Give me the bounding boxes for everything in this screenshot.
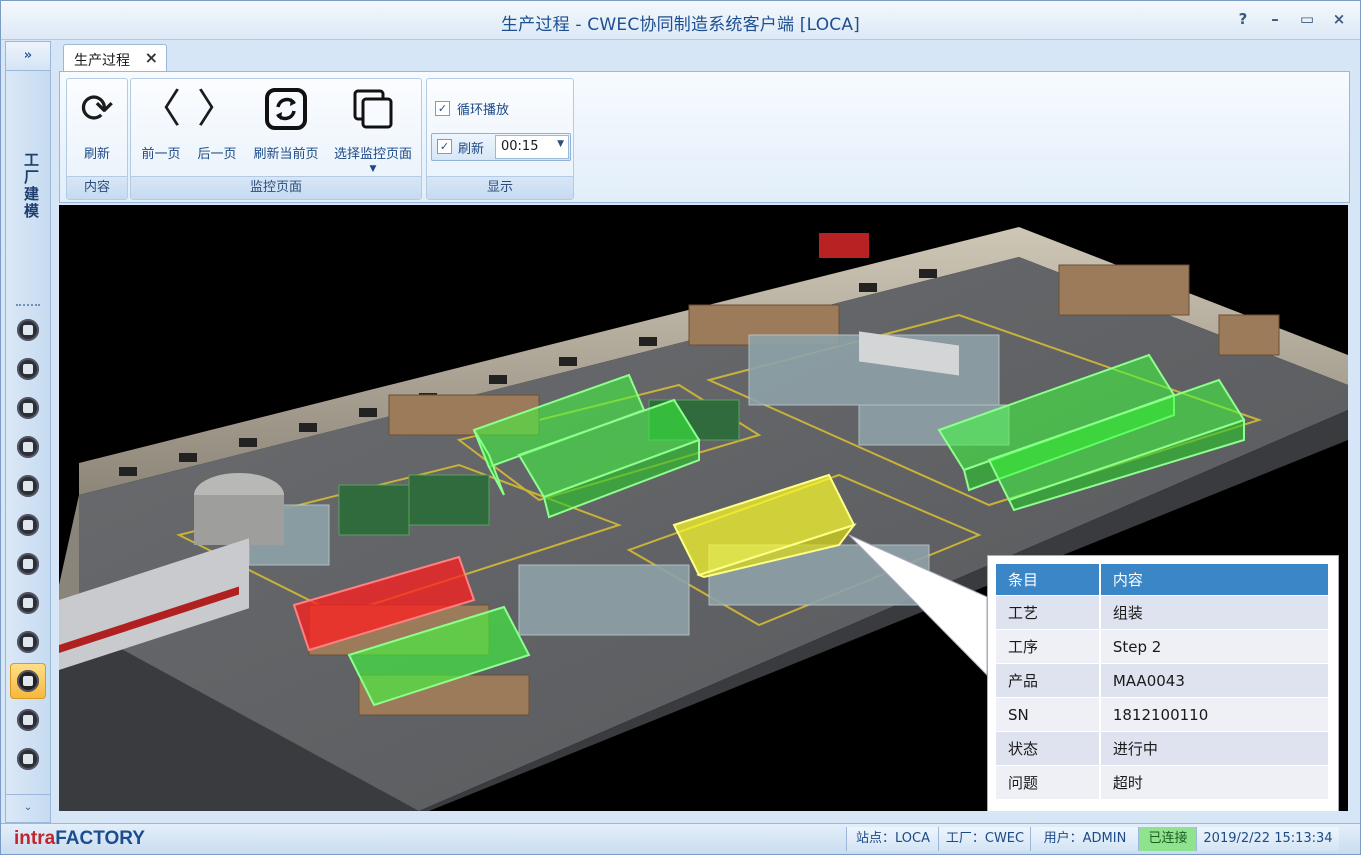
refresh-interval-value: 00:15 [501, 139, 539, 154]
help-button[interactable]: ? [1231, 8, 1255, 30]
nav-button-cart[interactable] [10, 507, 46, 543]
table-row: 工艺 组装 [996, 595, 1331, 630]
tools-icon [17, 319, 39, 341]
group-caption-monitor: 监控页面 [131, 176, 421, 199]
group-caption-display: 显示 [427, 176, 573, 199]
col-header-content: 内容 [1099, 564, 1331, 596]
copy-pages-icon [329, 85, 417, 133]
filter-icon [17, 631, 39, 653]
loop-play-label[interactable]: 循环播放 [457, 99, 509, 118]
back-arrow-icon [17, 397, 39, 419]
nav-section-label[interactable]: 工厂建模 [14, 152, 42, 220]
user-icon [17, 436, 39, 458]
refresh-icon: ⟳ [80, 86, 114, 132]
nav-button-report[interactable] [10, 741, 46, 777]
step-info-table: 条目 内容 工艺 组装 工序 Step 2 产品 MAA0043 SN 18121001… [996, 564, 1331, 799]
select-monitor-page-button[interactable]: 选择监控页面 ▼ [329, 81, 417, 177]
col-header-item: 条目 [996, 564, 1101, 596]
refresh-button[interactable]: ⟳ 刷新 [67, 81, 127, 177]
status-bar: intraFACTORY 站点：LOCA 工厂：CWEC 用户：ADMIN 已连… [1, 823, 1360, 854]
group-caption-content: 内容 [67, 176, 127, 199]
table-row: 产品 MAA0043 [996, 663, 1331, 698]
nav-button-database[interactable] [10, 351, 46, 387]
cart-icon [17, 514, 39, 536]
loop-play-checkbox[interactable]: ✓ [435, 101, 450, 116]
prev-page-button[interactable]: 〈 前一页 [135, 81, 187, 177]
minimize-button[interactable]: – [1263, 8, 1287, 30]
tab-close-icon[interactable]: × [145, 48, 158, 67]
auto-refresh-control: ✓ 刷新 00:15 ▼ [431, 133, 571, 161]
nav-button-user[interactable] [10, 429, 46, 465]
ribbon: ⟳ 刷新 内容 〈 前一页 〉 后一页 刷新当前页 选择监控页面 ▼ 监控页面 … [59, 71, 1350, 203]
step-info-popup: 条目 内容 工艺 组装 工序 Step 2 产品 MAA0043 SN 18121001… [987, 555, 1339, 811]
table-row: 状态 进行中 [996, 731, 1331, 766]
tab-label: 生产过程 [74, 53, 130, 69]
table-row: 问题 超时 [996, 765, 1331, 799]
table-row: 工序 Step 2 [996, 629, 1331, 664]
status-datetime: 2019/2/22 15:13:34 [1196, 827, 1339, 851]
window-title: 生产过程 - CWEC协同制造系统客户端 [LOCA] [500, 15, 861, 35]
monitor-icon [17, 670, 39, 692]
app-window: 生产过程 - CWEC协同制造系统客户端 [LOCA] ? – ▭ × » 工厂… [0, 0, 1361, 855]
ribbon-group-content: ⟳ 刷新 内容 [66, 78, 128, 200]
brand-logo: intraFACTORY [14, 828, 145, 849]
splitter-grip[interactable] [16, 304, 40, 310]
refresh-current-page-button[interactable]: 刷新当前页 [247, 81, 325, 177]
status-factory: 工厂：CWEC [938, 827, 1031, 851]
ribbon-group-monitor: 〈 前一页 〉 后一页 刷新当前页 选择监控页面 ▼ 监控页面 [130, 78, 422, 200]
nav-button-alert[interactable] [10, 702, 46, 738]
nav-button-process[interactable] [10, 546, 46, 582]
chevron-right-icon: 〉 [197, 86, 237, 132]
status-connection: 已连接 [1138, 827, 1197, 851]
nav-button-link[interactable] [10, 585, 46, 621]
title-bar: 生产过程 - CWEC协同制造系统客户端 [LOCA] ? – ▭ × [1, 1, 1360, 40]
left-nav: » 工厂建模 ⌄ [5, 41, 51, 823]
auto-refresh-checkbox[interactable]: ✓ [437, 139, 452, 154]
next-page-button[interactable]: 〉 后一页 [191, 81, 243, 177]
nav-button-monitor[interactable] [10, 663, 46, 699]
process-icon [17, 553, 39, 575]
nav-button-tools[interactable] [10, 312, 46, 348]
expand-nav-button[interactable]: » [6, 42, 50, 71]
status-station: 站点：LOCA [846, 827, 939, 851]
ribbon-group-display: ✓ 循环播放 ✓ 刷新 00:15 ▼ 显示 [426, 78, 574, 200]
report-icon [17, 748, 39, 770]
factory-3d-view[interactable]: 条目 内容 工艺 组装 工序 Step 2 产品 MAA0043 SN 18121001… [59, 205, 1348, 811]
chevron-left-icon: 〈 [141, 86, 181, 132]
close-button[interactable]: × [1327, 8, 1351, 30]
refresh-interval-select[interactable]: 00:15 ▼ [495, 135, 569, 159]
alert-icon [17, 709, 39, 731]
nav-button-back-arrow[interactable] [10, 390, 46, 426]
nav-more-button[interactable]: ⌄ [6, 794, 50, 821]
tab-production-process[interactable]: 生产过程 × [63, 44, 167, 72]
nav-button-chart[interactable] [10, 468, 46, 504]
dropdown-arrow-icon: ▼ [369, 164, 377, 174]
auto-refresh-label[interactable]: 刷新 [458, 138, 484, 157]
link-icon [17, 592, 39, 614]
chart-icon [17, 475, 39, 497]
status-user: 用户：ADMIN [1030, 827, 1139, 851]
table-row: SN 1812100110 [996, 697, 1331, 732]
database-icon [17, 358, 39, 380]
chevron-down-icon[interactable]: ▼ [557, 139, 564, 149]
refresh-page-icon [247, 85, 325, 133]
nav-button-filter[interactable] [10, 624, 46, 660]
maximize-button[interactable]: ▭ [1295, 8, 1319, 30]
